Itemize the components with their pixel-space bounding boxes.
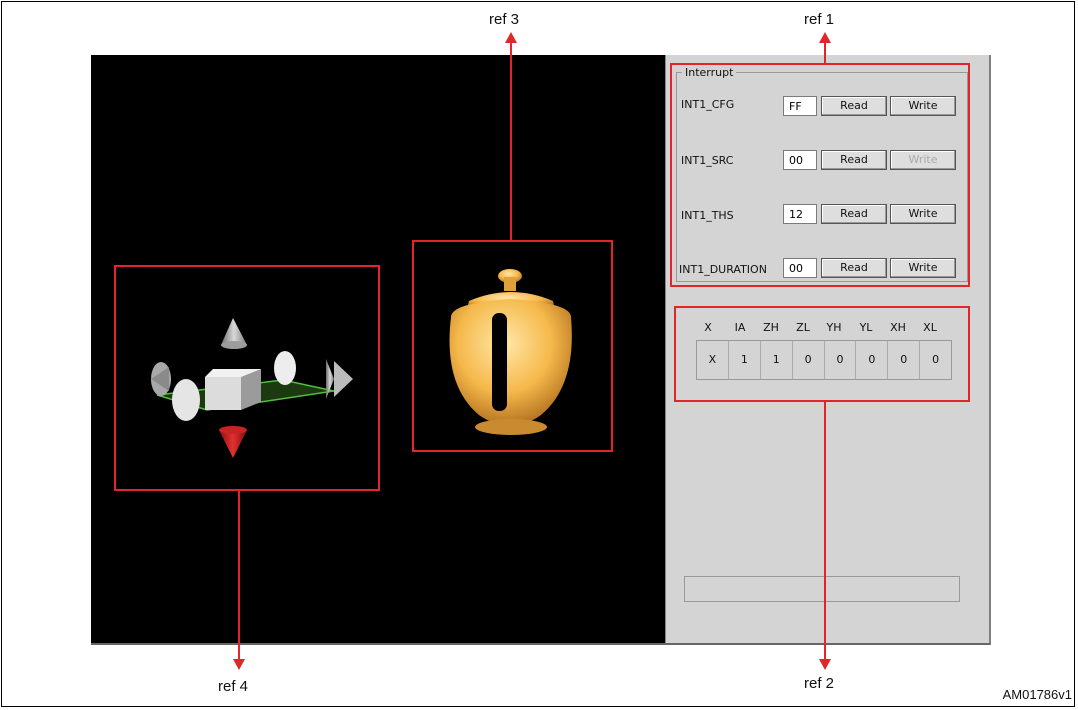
ref2-highlight-box xyxy=(674,306,970,402)
ref3-arrow-line xyxy=(510,40,512,240)
ref3-highlight-box xyxy=(412,240,613,452)
ref3-label: ref 3 xyxy=(489,11,520,28)
panel-border xyxy=(989,55,991,645)
figure-id: AM01786v1 xyxy=(1002,687,1072,702)
ref2-arrow-head xyxy=(819,659,831,670)
ref4-arrow-line xyxy=(238,491,240,664)
ref1-arrow-head xyxy=(819,32,831,43)
window-bottom-border xyxy=(91,643,990,645)
status-bar xyxy=(684,576,960,602)
ref1-arrow-line xyxy=(824,40,826,63)
ref3-arrow-head xyxy=(505,32,517,43)
ref2-label: ref 2 xyxy=(804,675,835,692)
ref2-arrow-line xyxy=(824,402,826,664)
ref1-highlight-box xyxy=(670,63,970,287)
ref4-label: ref 4 xyxy=(218,678,249,695)
ref4-highlight-box xyxy=(114,265,380,491)
ref4-arrow-head xyxy=(233,659,245,670)
ref1-label: ref 1 xyxy=(804,11,835,28)
